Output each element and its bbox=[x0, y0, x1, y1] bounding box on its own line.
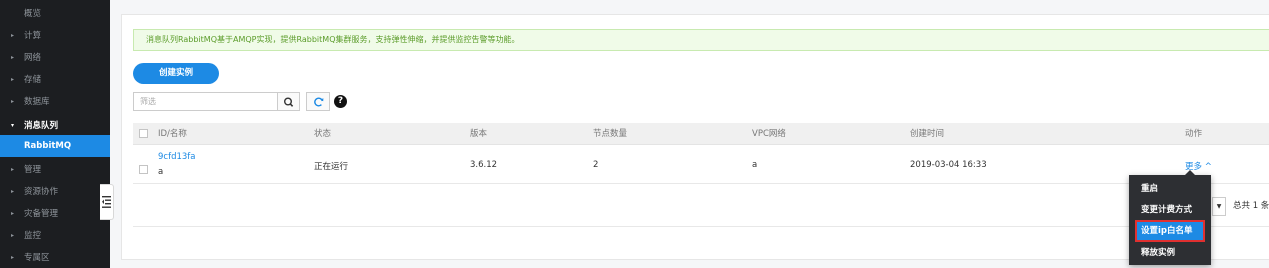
help-icon[interactable]: ? bbox=[334, 95, 347, 108]
sidebar-item-message-queue[interactable]: ▾ 消息队列 bbox=[0, 115, 110, 137]
caret-right-icon: ▸ bbox=[11, 98, 15, 105]
menu-item-release-instance[interactable]: 释放实例 bbox=[1129, 242, 1211, 264]
sidebar-item-label: 概览 bbox=[24, 9, 42, 19]
refresh-button[interactable] bbox=[306, 92, 330, 111]
sidebar-item-management[interactable]: ▸ 管理 bbox=[0, 159, 110, 181]
sidebar-item-rabbitmq[interactable]: RabbitMQ bbox=[0, 135, 110, 157]
sidebar-item-label: 灾备管理 bbox=[24, 209, 59, 219]
search-icon bbox=[283, 97, 294, 107]
column-header-vpc[interactable]: VPC网络 bbox=[752, 123, 786, 145]
instance-node-count: 2 bbox=[593, 160, 599, 170]
row-checkbox[interactable] bbox=[139, 165, 148, 174]
table-header: ID/名称 状态 版本 节点数量 VPC网络 创建时间 动作 bbox=[133, 123, 1269, 145]
sidebar-item-label: 专属区 bbox=[24, 253, 50, 263]
more-actions-menu: 重启 变更计费方式 设置ip白名单 释放实例 bbox=[1129, 170, 1211, 265]
caret-right-icon: ▸ bbox=[11, 188, 15, 195]
sidebar-item-label: 资源协作 bbox=[24, 187, 59, 197]
sidebar-item-network[interactable]: ▸ 网络 bbox=[0, 47, 110, 69]
sidebar-item-dedicated-zone[interactable]: ▸ 专属区 bbox=[0, 247, 110, 268]
instance-created-time: 2019-03-04 16:33 bbox=[910, 160, 987, 170]
table-row: 9cfd13fa a 正在运行 3.6.12 2 a 2019-03-04 16… bbox=[133, 146, 1269, 184]
caret-right-icon: ▸ bbox=[11, 32, 15, 39]
caret-right-icon: ▸ bbox=[11, 166, 15, 173]
filter-input[interactable]: 筛选 bbox=[133, 92, 278, 111]
menu-item-restart[interactable]: 重启 bbox=[1129, 178, 1211, 200]
sidebar-item-label: RabbitMQ bbox=[24, 141, 72, 151]
menu-item-change-billing[interactable]: 变更计费方式 bbox=[1129, 199, 1211, 221]
caret-down-icon: ▾ bbox=[11, 122, 15, 129]
select-all-checkbox[interactable] bbox=[139, 129, 148, 138]
sidebar-item-monitoring[interactable]: ▸ 监控 bbox=[0, 225, 110, 247]
sidebar: 概览 ▸ 计算 ▸ 网络 ▸ 存储 ▸ 数据库 ▾ 消息队列 RabbitMQ … bbox=[0, 0, 110, 268]
table-footer bbox=[133, 184, 1269, 227]
total-count: 总共 1 条 bbox=[1233, 201, 1269, 211]
column-header-status[interactable]: 状态 bbox=[314, 123, 331, 145]
menu-item-set-ip-whitelist[interactable]: 设置ip白名单 bbox=[1135, 220, 1205, 242]
sidebar-item-label: 计算 bbox=[24, 31, 42, 41]
sidebar-item-overview[interactable]: 概览 bbox=[0, 3, 110, 25]
instance-version: 3.6.12 bbox=[470, 160, 498, 170]
column-header-version[interactable]: 版本 bbox=[470, 123, 487, 145]
sidebar-collapse-button[interactable] bbox=[100, 184, 114, 220]
instance-name: a bbox=[158, 167, 164, 177]
column-header-node-count[interactable]: 节点数量 bbox=[593, 123, 627, 145]
sidebar-item-compute[interactable]: ▸ 计算 bbox=[0, 25, 110, 47]
sidebar-item-database[interactable]: ▸ 数据库 bbox=[0, 91, 110, 113]
sidebar-item-label: 消息队列 bbox=[24, 121, 59, 131]
sidebar-item-label: 存储 bbox=[24, 75, 42, 85]
column-header-created-time[interactable]: 创建时间 bbox=[910, 123, 944, 145]
refresh-icon bbox=[314, 97, 324, 107]
instance-vpc: a bbox=[752, 160, 758, 170]
search-button[interactable] bbox=[278, 92, 300, 111]
sidebar-item-label: 管理 bbox=[24, 165, 42, 175]
caret-right-icon: ▸ bbox=[11, 76, 15, 83]
caret-right-icon: ▸ bbox=[11, 54, 15, 61]
sidebar-item-disaster-recovery[interactable]: ▸ 灾备管理 bbox=[0, 203, 110, 225]
caret-right-icon: ▸ bbox=[11, 210, 15, 217]
info-notice: 消息队列RabbitMQ基于AMQP实现，提供RabbitMQ集群服务，支持弹性… bbox=[133, 29, 1269, 51]
instance-status: 正在运行 bbox=[314, 162, 349, 172]
page-size-select[interactable]: ▼ bbox=[1212, 197, 1226, 216]
sidebar-item-resource-collab[interactable]: ▸ 资源协作 bbox=[0, 181, 110, 203]
instance-id-link[interactable]: 9cfd13fa bbox=[158, 152, 196, 162]
column-header-actions: 动作 bbox=[1185, 129, 1203, 139]
sidebar-item-storage[interactable]: ▸ 存储 bbox=[0, 69, 110, 91]
sidebar-item-label: 网络 bbox=[24, 53, 42, 63]
sidebar-item-label: 数据库 bbox=[24, 97, 50, 107]
create-instance-button[interactable]: 创建实例 bbox=[133, 63, 219, 84]
caret-right-icon: ▸ bbox=[11, 254, 15, 261]
column-header-id-name[interactable]: ID/名称 bbox=[158, 123, 187, 145]
collapse-menu-icon bbox=[102, 196, 111, 208]
caret-right-icon: ▸ bbox=[11, 232, 15, 239]
sidebar-item-label: 监控 bbox=[24, 231, 42, 241]
